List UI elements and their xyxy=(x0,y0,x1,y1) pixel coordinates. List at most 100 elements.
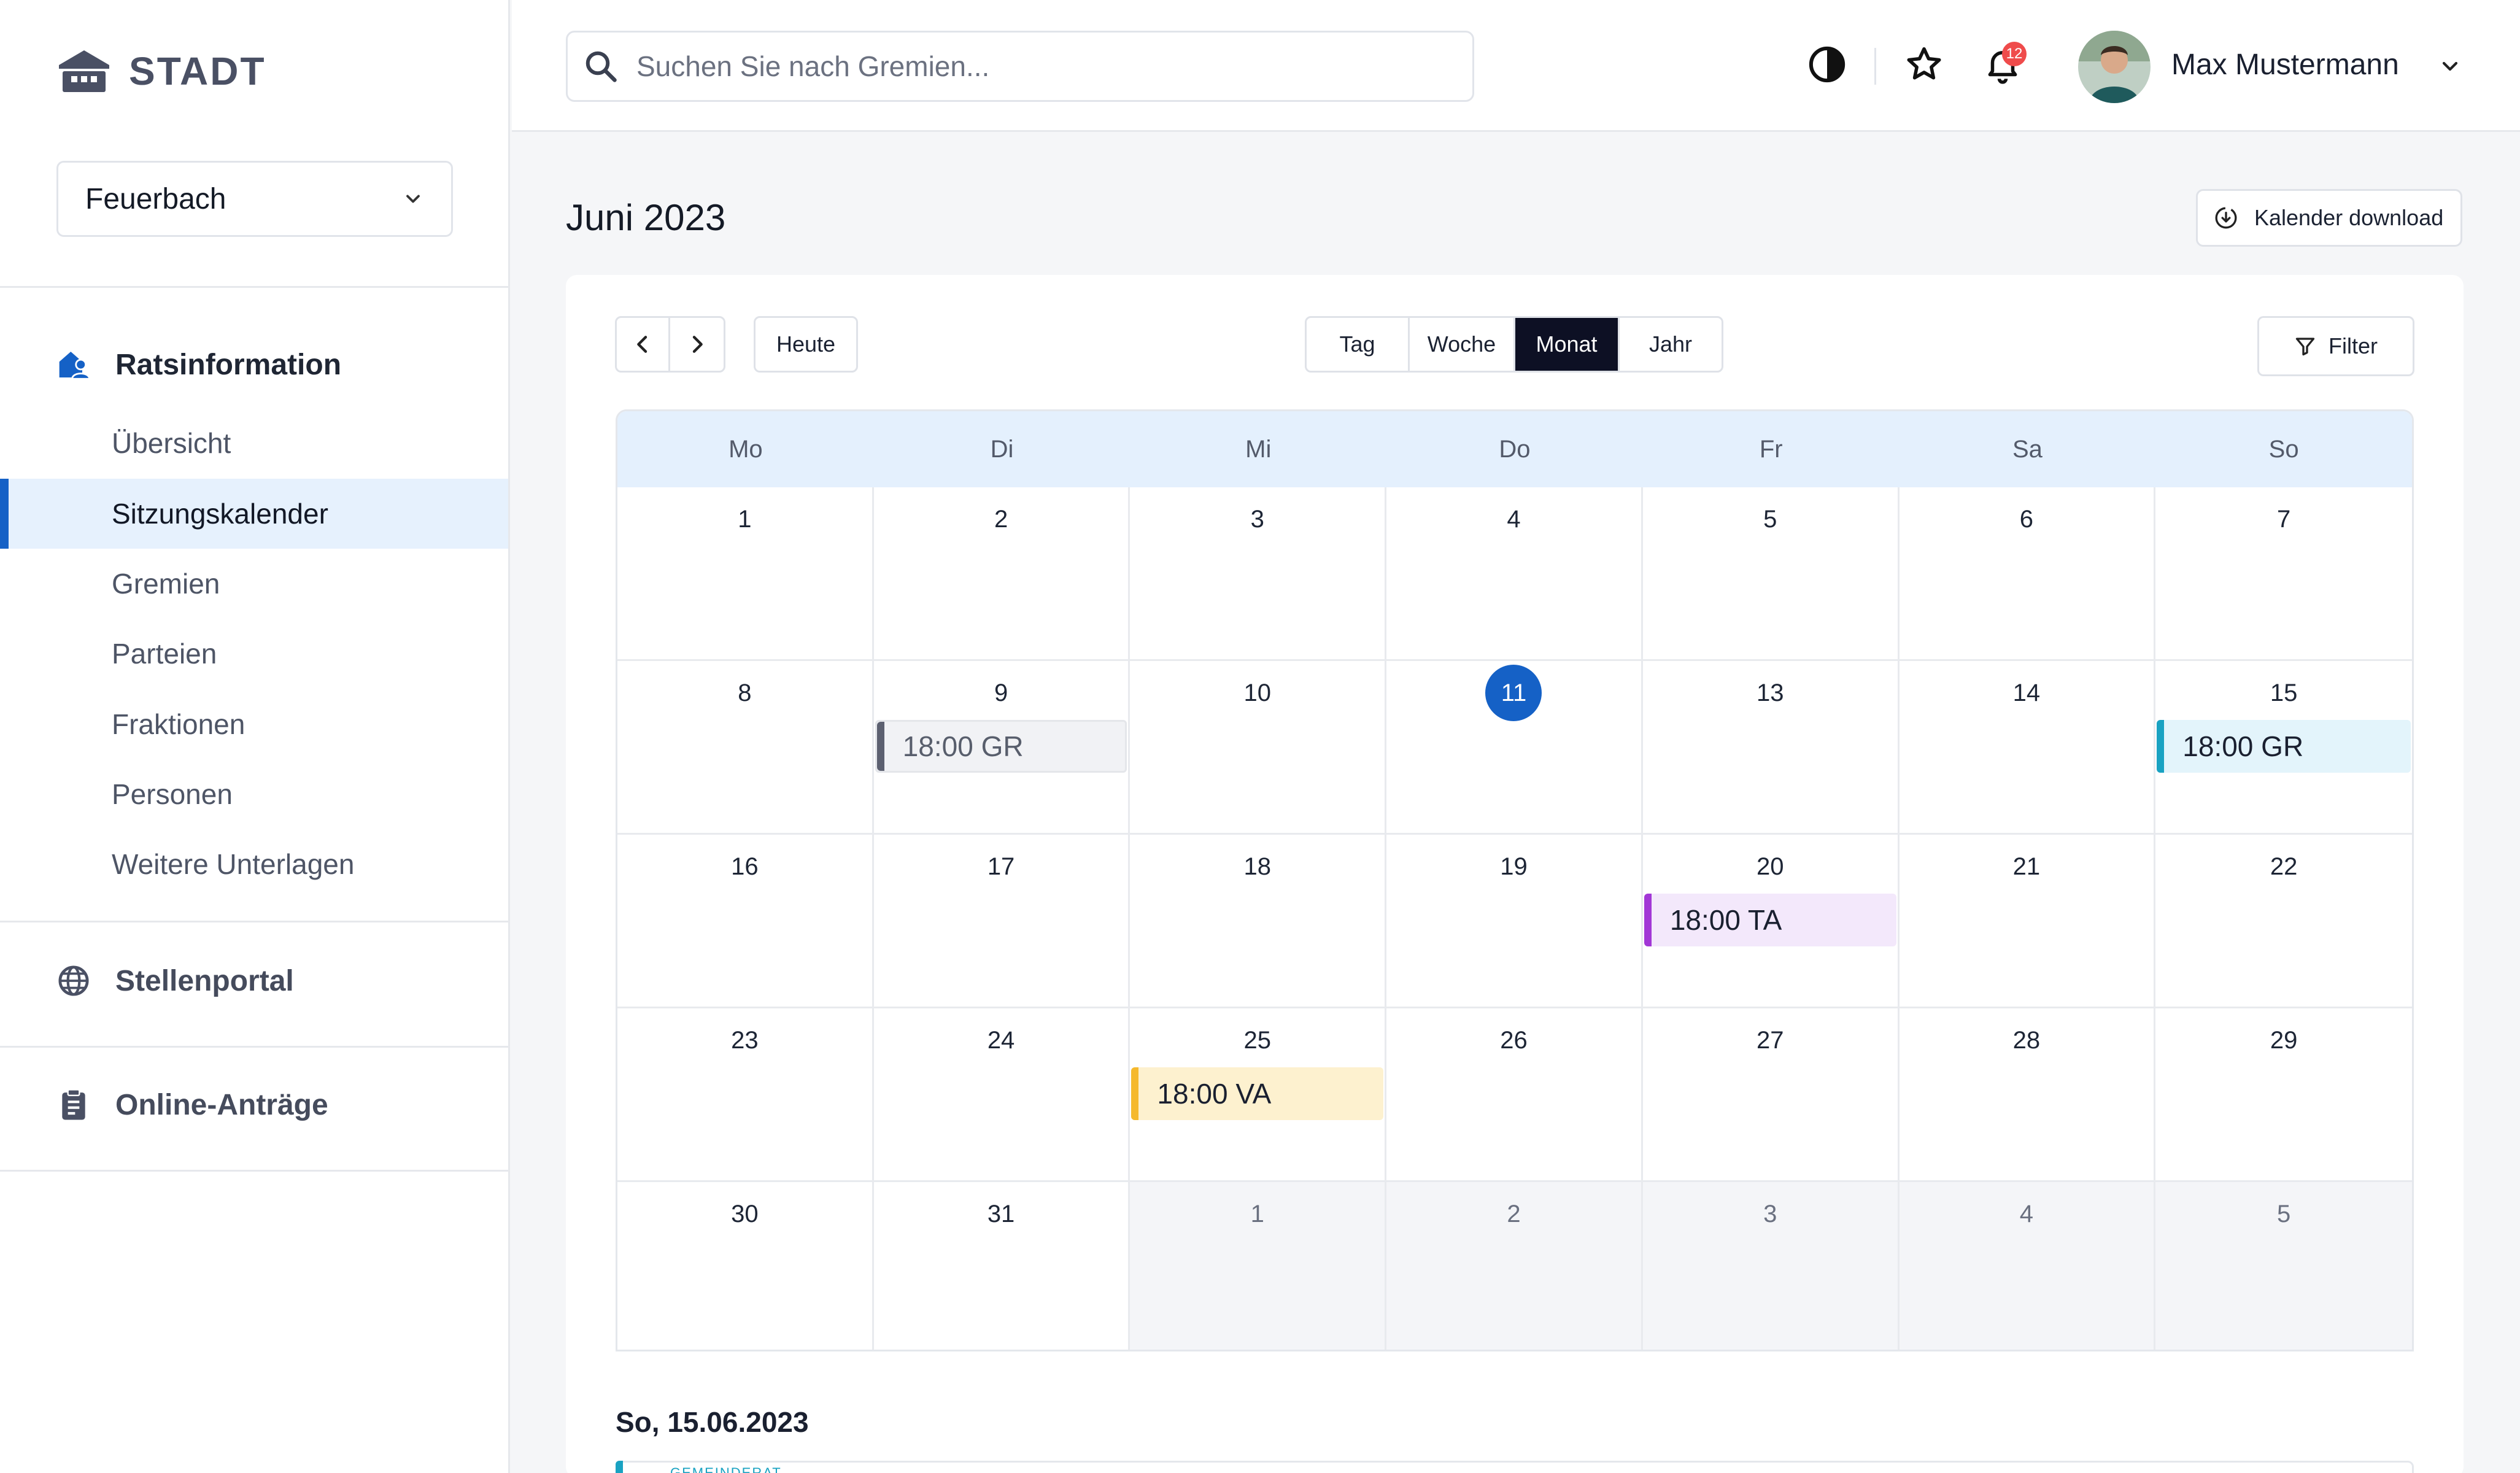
calendar-day-cell[interactable]: 20 18:00 TA xyxy=(1642,835,1900,1008)
calendar-day-cell[interactable]: 27 xyxy=(1642,1008,1900,1182)
calendar-day-cell[interactable]: 4 xyxy=(1899,1182,2156,1350)
event-detail-card[interactable]: GEMEINDERAT xyxy=(616,1461,2414,1473)
sidebar-divider xyxy=(0,286,510,288)
day-number: 28 xyxy=(2012,1027,2041,1054)
location-select[interactable]: Feuerbach xyxy=(56,161,453,237)
calendar-day-cell[interactable]: 15 18:00 GR xyxy=(2155,661,2412,835)
day-number: 18 xyxy=(1243,853,1272,880)
day-number: 24 xyxy=(987,1027,1015,1054)
calendar-download-label: Kalender download xyxy=(2254,205,2444,230)
calendar-day-cell[interactable]: 25 18:00 VA xyxy=(1130,1008,1387,1182)
calendar-day-cell[interactable]: 5 xyxy=(1642,487,1900,661)
next-month-button[interactable] xyxy=(670,318,724,371)
calendar-day-cell[interactable]: 4 xyxy=(1386,487,1643,661)
calendar-day-cell[interactable]: 28 xyxy=(1899,1008,2156,1182)
calendar-day-cell[interactable]: 1 xyxy=(617,487,874,661)
calendar-day-cell[interactable]: 8 xyxy=(617,661,874,835)
star-icon[interactable] xyxy=(1904,44,1944,85)
calendar-day-cell[interactable]: 17 xyxy=(873,835,1131,1008)
brand-logo[interactable]: STADT xyxy=(58,48,266,95)
sidebar-item-gremien[interactable]: Gremien xyxy=(0,549,508,619)
day-number: 2 xyxy=(994,506,1008,533)
calendar-day-cell[interactable]: 2 xyxy=(873,487,1131,661)
sidebar-item-weitere-unterlagen[interactable]: Weitere Unterlagen xyxy=(0,829,508,899)
sidebar-item-fraktionen[interactable]: Fraktionen xyxy=(0,689,508,759)
calendar-event[interactable]: 18:00 TA xyxy=(1644,894,1896,946)
calendar-day-cell[interactable]: 18 xyxy=(1130,835,1387,1008)
calendar-day-cell[interactable]: 13 xyxy=(1642,661,1900,835)
filter-label: Filter xyxy=(2329,333,2378,358)
calendar-day-cell[interactable]: 30 xyxy=(617,1182,874,1350)
today-button[interactable]: Heute xyxy=(754,316,858,373)
calendar-day-cell[interactable]: 7 xyxy=(2155,487,2412,661)
view-tab-monat[interactable]: Monat xyxy=(1515,318,1620,371)
calendar-event[interactable]: 18:00 VA xyxy=(1131,1067,1384,1120)
calendar-day-cell[interactable]: 3 xyxy=(1642,1182,1900,1350)
calendar-day-cell[interactable]: 16 xyxy=(617,835,874,1008)
calendar-day-cell[interactable]: 23 xyxy=(617,1008,874,1182)
filter-button[interactable]: Filter xyxy=(2257,316,2414,376)
calendar-download-button[interactable]: Kalender download xyxy=(2196,189,2462,247)
view-tab-woche[interactable]: Woche xyxy=(1410,318,1515,371)
brand-name: STADT xyxy=(129,49,266,93)
calendar-day-cell[interactable]: 3 xyxy=(1130,487,1387,661)
sidebar-item-uebersicht[interactable]: Übersicht xyxy=(0,408,508,478)
search-input[interactable] xyxy=(636,50,1434,83)
search-box[interactable] xyxy=(566,31,1474,102)
calendar-day-cell[interactable]: 11 xyxy=(1386,661,1643,835)
sidebar-item-label: Fraktionen xyxy=(112,708,245,740)
calendar-day-cell[interactable]: 22 xyxy=(2155,835,2412,1008)
calendar-day-cell[interactable]: 21 xyxy=(1899,835,2156,1008)
sidebar-item-personen[interactable]: Personen xyxy=(0,759,508,829)
calendar-day-cell[interactable]: 1 xyxy=(1130,1182,1387,1350)
calendar-day-cell[interactable]: 5 xyxy=(2155,1182,2412,1350)
weekday-label: Di xyxy=(990,435,1014,463)
weekday-label: So xyxy=(2268,435,2299,463)
calendar-day-cell[interactable]: 19 xyxy=(1386,835,1643,1008)
sidebar-item-label: Weitere Unterlagen xyxy=(112,848,355,880)
weekday-label: Mi xyxy=(1245,435,1272,463)
avatar[interactable] xyxy=(2078,31,2151,103)
calendar-day-cell[interactable]: 24 xyxy=(873,1008,1131,1182)
calendar-day-cell[interactable]: 14 xyxy=(1899,661,2156,835)
sidebar-section-label: Stellenportal xyxy=(115,964,294,997)
search-icon xyxy=(586,51,617,82)
day-number: 19 xyxy=(1500,853,1528,880)
event-category-label: GEMEINDERAT xyxy=(670,1465,782,1473)
day-number: 17 xyxy=(987,853,1015,880)
calendar-day-cell[interactable]: 9 18:00 GR xyxy=(873,661,1131,835)
calendar-day-cell[interactable]: 2 xyxy=(1386,1182,1643,1350)
calendar-day-cell[interactable]: 6 xyxy=(1899,487,2156,661)
day-number: 6 xyxy=(2019,506,2034,533)
day-number: 29 xyxy=(2270,1027,2298,1054)
calendar-day-cell[interactable]: 26 xyxy=(1386,1008,1643,1182)
city-hall-icon xyxy=(59,50,109,92)
sidebar-section-ratsinformation[interactable]: Ratsinformation xyxy=(56,347,341,382)
user-name[interactable]: Max Mustermann xyxy=(2171,48,2399,82)
previous-month-button[interactable] xyxy=(617,318,670,371)
sidebar-section-online-antraege[interactable]: Online-Anträge xyxy=(56,1088,328,1122)
calendar-event[interactable]: 18:00 GR xyxy=(875,720,1127,773)
sidebar-section-stellenportal[interactable]: Stellenportal xyxy=(56,964,294,998)
calendar-day-cell[interactable]: 10 xyxy=(1130,661,1387,835)
calendar-day-cell[interactable]: 31 xyxy=(874,1182,1131,1350)
weekday-label: Mo xyxy=(729,435,763,463)
chevron-right-icon xyxy=(692,336,703,353)
calendar-day-cell[interactable]: 29 xyxy=(2155,1008,2412,1182)
day-number: 21 xyxy=(2012,853,2041,880)
sidebar-item-label: Gremien xyxy=(112,568,220,600)
user-avatar-icon xyxy=(2078,31,2151,103)
location-value: Feuerbach xyxy=(85,182,226,215)
day-number: 23 xyxy=(731,1027,759,1054)
chevron-down-icon[interactable] xyxy=(2438,54,2462,79)
day-number: 25 xyxy=(1243,1027,1272,1054)
calendar-event[interactable]: 18:00 GR xyxy=(2157,720,2411,773)
selected-date-heading: So, 15.06.2023 xyxy=(616,1406,809,1438)
view-tab-tag[interactable]: Tag xyxy=(1307,318,1410,371)
sidebar-item-parteien[interactable]: Parteien xyxy=(0,619,508,689)
sidebar-divider xyxy=(0,921,510,922)
sidebar-item-sitzungskalender[interactable]: Sitzungskalender xyxy=(0,479,508,549)
clipboard-icon xyxy=(62,1089,85,1120)
contrast-toggle-icon[interactable] xyxy=(1807,44,1847,85)
view-tab-jahr[interactable]: Jahr xyxy=(1620,318,1722,371)
